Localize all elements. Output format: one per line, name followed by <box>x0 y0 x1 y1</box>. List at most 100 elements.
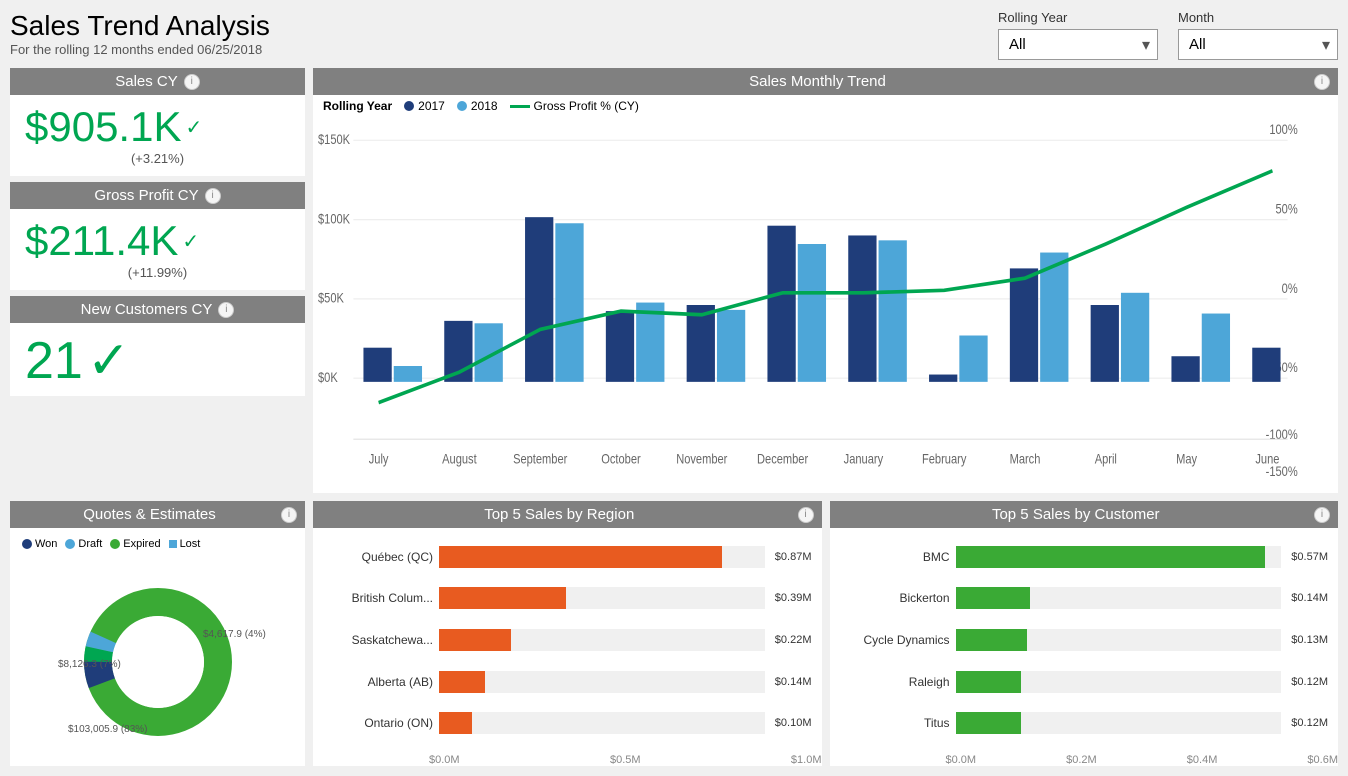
region-bar-fill <box>439 671 485 693</box>
bar-october-2017 <box>606 311 634 382</box>
svg-text:$150K: $150K <box>318 132 351 147</box>
customer-bar-row: BMC $0.57M <box>840 546 1329 568</box>
legend-expired-label: Expired <box>123 538 160 550</box>
legend-won-label: Won <box>35 538 57 550</box>
legend-expired: Expired <box>110 538 160 550</box>
customer-bar-fill <box>956 671 1021 693</box>
gross-profit-cy-value: $211.4K ✓ <box>25 217 290 265</box>
sales-monthly-trend-info-icon[interactable]: i <box>1314 74 1330 90</box>
rolling-year-select[interactable]: All <box>998 29 1158 60</box>
customer-axis-label: $0.0M <box>946 754 977 766</box>
region-bar-value: $0.39M <box>775 592 812 604</box>
region-bar-value: $0.10M <box>775 717 812 729</box>
customer-title: Top 5 Sales by Customer <box>838 506 1315 523</box>
sales-monthly-trend-chart: Sales Monthly Trend i Rolling Year 2017 … <box>313 68 1338 493</box>
region-bar-value: $0.14M <box>775 676 812 688</box>
gross-profit-cy-arrow: ✓ <box>182 229 199 254</box>
bar-february-2018 <box>959 336 987 382</box>
chart-canvas: $150K $100K $50K $0K 100% 50% 0% -50% -1… <box>313 117 1338 493</box>
svg-text:June: June <box>1255 452 1279 467</box>
sales-cy-info-icon[interactable]: i <box>184 74 200 90</box>
new-customers-cy-card: New Customers CY i 21 ✓ <box>10 296 305 396</box>
month-label: Month <box>1178 10 1338 25</box>
customer-axis-label: $0.2M <box>1066 754 1097 766</box>
sales-cy-card: Sales CY i $905.1K ✓ (+3.21%) <box>10 68 305 176</box>
gross-profit-cy-header: Gross Profit CY i <box>10 182 305 209</box>
bar-november-2018 <box>717 310 745 382</box>
svg-text:October: October <box>601 452 640 467</box>
donut-draft-label-text: $8,126.3 (7%) <box>58 659 121 670</box>
bar-september-2017 <box>525 217 553 382</box>
bar-january-2017 <box>848 235 876 381</box>
rolling-year-legend-label: Rolling Year <box>323 99 392 113</box>
customer-bar-fill <box>956 629 1028 651</box>
customer-bar-label: Raleigh <box>840 675 950 689</box>
donut-svg: $8,126.3 (7%) $4,617.9 (4%) $103,005.9 (… <box>48 567 268 747</box>
sales-cy-value: $905.1K ✓ <box>25 103 290 151</box>
quotes-info-icon[interactable]: i <box>281 507 297 523</box>
rolling-year-filter: Rolling Year All <box>998 10 1158 60</box>
svg-text:0%: 0% <box>1282 281 1298 296</box>
svg-text:July: July <box>369 452 389 467</box>
new-customers-cy-amount: 21 <box>25 331 83 391</box>
sales-cy-value-area: $905.1K ✓ (+3.21%) <box>10 95 305 176</box>
new-customers-cy-value: 21 ✓ <box>25 331 290 391</box>
customer-info-icon[interactable]: i <box>1314 507 1330 523</box>
region-axis-label: $0.0M <box>429 754 460 766</box>
rolling-year-select-wrap[interactable]: All <box>998 29 1158 60</box>
legend-lost-label: Lost <box>180 538 201 550</box>
bar-march-2017 <box>1010 268 1038 381</box>
region-bar-label: Alberta (AB) <box>323 675 433 689</box>
customer-bar-chart: BMC $0.57M Bickerton $0.14M Cycle Dynami… <box>830 528 1339 752</box>
bar-july-2017 <box>363 348 391 382</box>
new-customers-cy-value-area: 21 ✓ <box>10 323 305 396</box>
gross-profit-cy-info-icon[interactable]: i <box>205 188 221 204</box>
customer-header: Top 5 Sales by Customer i <box>830 501 1339 528</box>
sales-cy-arrow: ✓ <box>185 115 202 140</box>
svg-text:December: December <box>757 452 808 467</box>
customer-bar-value: $0.57M <box>1291 551 1328 563</box>
region-axis-label: $0.5M <box>610 754 641 766</box>
svg-text:$50K: $50K <box>318 291 345 306</box>
region-bar-label: British Colum... <box>323 591 433 605</box>
svg-text:March: March <box>1010 452 1041 467</box>
svg-text:May: May <box>1176 452 1198 467</box>
header: Sales Trend Analysis For the rolling 12 … <box>10 10 1338 60</box>
customer-bar-label: Titus <box>840 716 950 730</box>
customer-bar-row: Raleigh $0.12M <box>840 671 1329 693</box>
main-area: Sales CY i $905.1K ✓ (+3.21%) Gross Prof… <box>10 68 1338 493</box>
sales-monthly-trend-header: Sales Monthly Trend i <box>313 68 1338 95</box>
region-bar-row: Ontario (ON) $0.10M <box>323 712 812 734</box>
customer-axis: $0.0M$0.2M$0.4M$0.6M <box>830 752 1339 766</box>
legend-2018: 2018 <box>457 99 498 113</box>
region-info-icon[interactable]: i <box>798 507 814 523</box>
sales-cy-amount: $905.1K <box>25 103 181 151</box>
svg-text:April: April <box>1095 452 1117 467</box>
month-select-wrap[interactable]: All <box>1178 29 1338 60</box>
legend-won-dot <box>22 539 32 549</box>
svg-text:August: August <box>442 452 477 467</box>
bottom-row: Quotes & Estimates i Won Draft Expired <box>10 501 1338 766</box>
legend-lost-dot <box>169 540 177 548</box>
svg-text:November: November <box>676 452 727 467</box>
quotes-header: Quotes & Estimates i <box>10 501 305 528</box>
region-bar-row: Alberta (AB) $0.14M <box>323 671 812 693</box>
gross-profit-cy-value-area: $211.4K ✓ (+11.99%) <box>10 209 305 290</box>
customer-bar-label: BMC <box>840 550 950 564</box>
region-bar-fill <box>439 712 472 734</box>
svg-text:-100%: -100% <box>1266 427 1298 442</box>
customer-bar-value: $0.12M <box>1291 717 1328 729</box>
header-title-block: Sales Trend Analysis For the rolling 12 … <box>10 10 270 57</box>
sales-cy-change: (+3.21%) <box>25 151 290 171</box>
bar-chart-svg: $150K $100K $50K $0K 100% 50% 0% -50% -1… <box>318 122 1328 488</box>
region-axis-label: $1.0M <box>791 754 822 766</box>
new-customers-cy-info-icon[interactable]: i <box>218 302 234 318</box>
region-bar-row: Saskatchewa... $0.22M <box>323 629 812 651</box>
region-bar-row: British Colum... $0.39M <box>323 587 812 609</box>
month-select[interactable]: All <box>1178 29 1338 60</box>
customer-bar-track <box>956 712 1282 734</box>
new-customers-cy-arrow: ✓ <box>87 331 131 391</box>
svg-text:January: January <box>844 452 884 467</box>
region-bar-track <box>439 546 765 568</box>
legend-gross-profit: Gross Profit % (CY) <box>510 99 639 113</box>
